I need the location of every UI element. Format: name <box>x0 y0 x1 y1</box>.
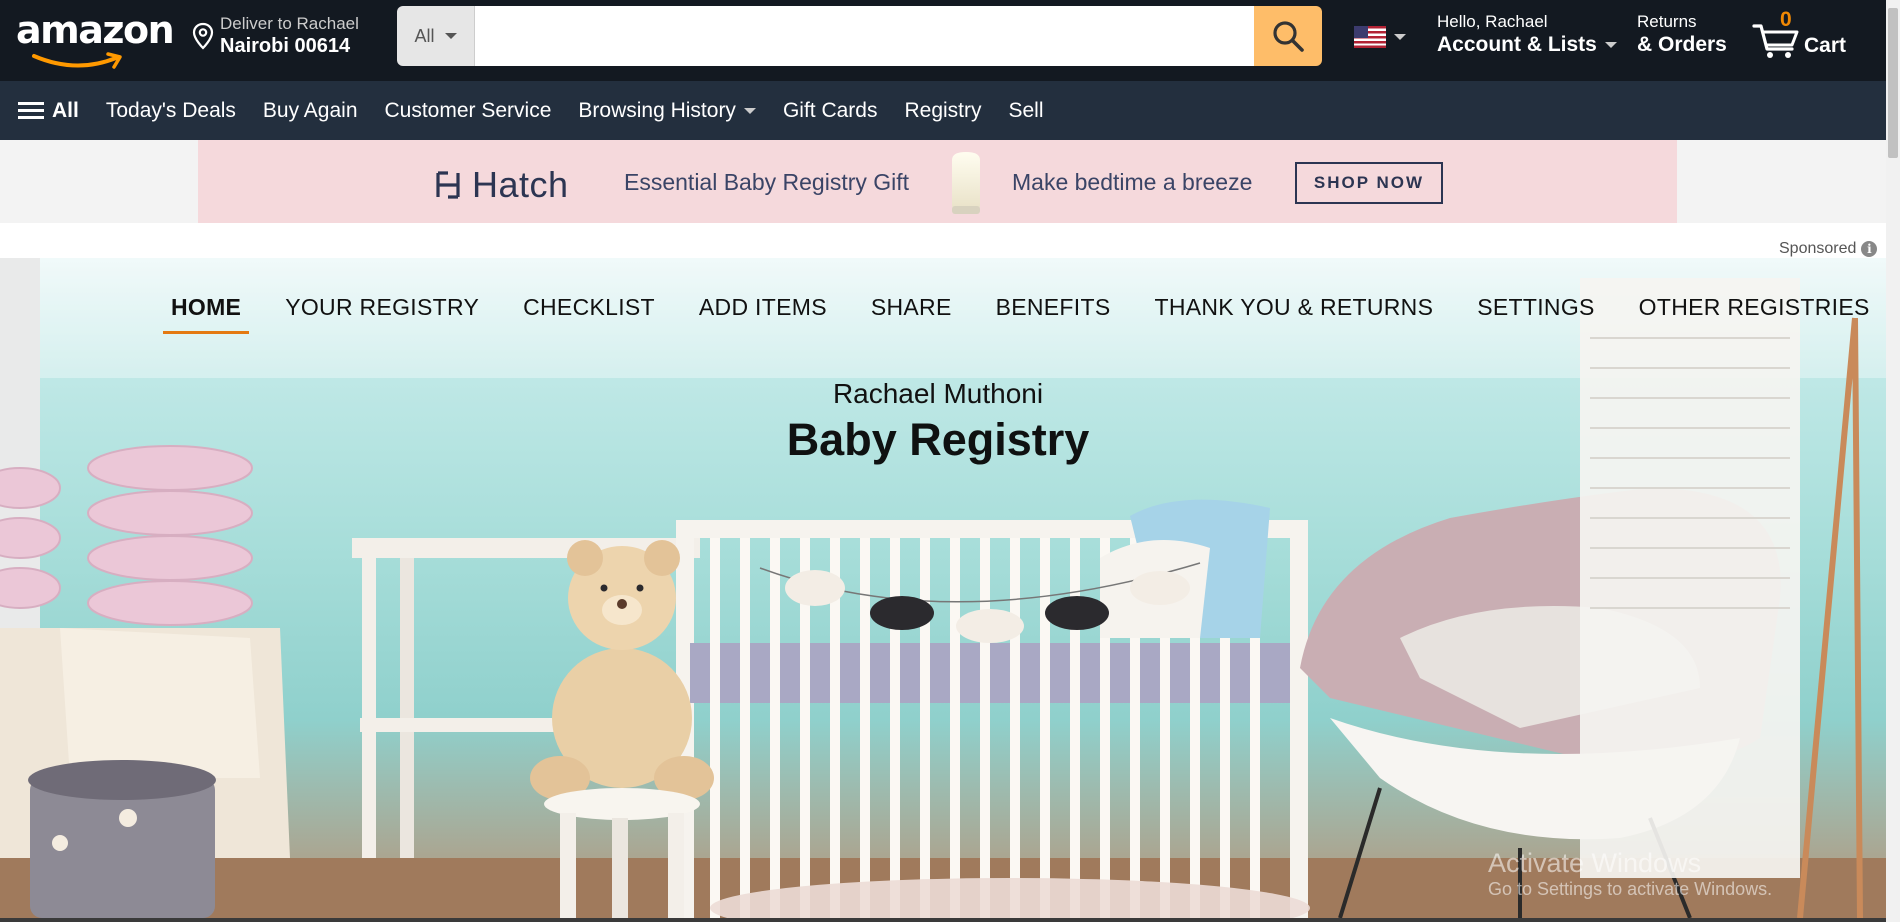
search-input[interactable] <box>475 6 1254 66</box>
night-light-product-image <box>952 152 980 214</box>
tab-your-registry[interactable]: YOUR REGISTRY <box>277 294 487 334</box>
chevron-down-icon <box>1604 42 1617 48</box>
ad-brand-name: Hatch <box>472 164 569 205</box>
account-lists-label: Account & Lists <box>1437 33 1597 56</box>
hamburger-menu-icon <box>18 98 44 123</box>
watermark-subtitle: Go to Settings to activate Windows. <box>1488 879 1773 899</box>
registry-hero: HOME YOUR REGISTRY CHECKLIST ADD ITEMS S… <box>0 258 1886 918</box>
browsing-history-label: Browsing History <box>578 98 736 122</box>
registry-owner-name: Rachael Muthoni <box>832 378 1044 409</box>
info-icon: i <box>1861 241 1878 257</box>
bottom-edge <box>0 918 1886 922</box>
search-category-dropdown[interactable]: All <box>397 6 475 66</box>
search-bar: All <box>397 6 1322 66</box>
chevron-down-icon <box>1394 34 1406 40</box>
search-icon <box>1273 21 1304 52</box>
top-navbar: amazon Deliver to Rachael Nairobi 00614 … <box>0 0 1886 81</box>
tab-thank-you-returns[interactable]: THANK YOU & RETURNS <box>1146 294 1441 334</box>
watermark-title: Activate Windows <box>1488 848 1702 878</box>
account-lists-menu[interactable]: Hello, Rachael Account & Lists <box>1437 12 1617 58</box>
tab-add-items[interactable]: ADD ITEMS <box>691 294 835 334</box>
language-selector[interactable] <box>1354 26 1406 48</box>
deliver-to-location[interactable]: Deliver to Rachael Nairobi 00614 <box>192 12 359 60</box>
sponsored-ad-banner[interactable]: Hatch Essential Baby Registry Gift Make … <box>198 140 1677 223</box>
search-category-label: All <box>414 25 435 46</box>
nav-item-buy-again[interactable]: Buy Again <box>263 99 358 123</box>
sponsored-text: Sponsored <box>1779 240 1857 257</box>
nav-item-todays-deals[interactable]: Today's Deals <box>106 99 236 123</box>
orders-label: & Orders <box>1637 33 1727 56</box>
tab-home[interactable]: HOME <box>163 294 250 334</box>
logo-wordmark: amazon <box>16 8 175 52</box>
nav-item-browsing-history[interactable]: Browsing History <box>578 99 756 123</box>
hatch-logo: Hatch <box>434 164 569 206</box>
deliver-label: Deliver to Rachael <box>220 14 359 33</box>
search-button[interactable] <box>1254 6 1322 66</box>
tab-checklist[interactable]: CHECKLIST <box>515 294 663 334</box>
registry-tabs: HOME YOUR REGISTRY CHECKLIST ADD ITEMS S… <box>163 294 1886 334</box>
page-title: Baby Registry <box>786 414 1090 465</box>
tab-share[interactable]: SHARE <box>863 294 960 334</box>
shop-now-button[interactable]: SHOP NOW <box>1295 162 1443 204</box>
cart-count-badge: 0 <box>1780 8 1792 31</box>
sponsored-label[interactable]: Sponsored i <box>1779 240 1878 258</box>
nav-item-gift-cards[interactable]: Gift Cards <box>783 99 878 123</box>
activate-windows-watermark: Activate Windows Go to Settings to activ… <box>1488 848 1772 900</box>
location-pin-icon <box>192 22 214 50</box>
tab-settings[interactable]: SETTINGS <box>1469 294 1602 334</box>
us-flag-icon <box>1354 26 1386 48</box>
deliver-location: Nairobi 00614 <box>220 35 351 57</box>
cart-label: Cart <box>1804 34 1847 57</box>
nav-item-sell[interactable]: Sell <box>1009 99 1044 123</box>
nav-item-registry[interactable]: Registry <box>904 99 981 123</box>
hatch-mark-icon <box>436 171 460 199</box>
chevron-down-icon <box>743 107 756 114</box>
nursery-background-image <box>0 258 1886 918</box>
returns-orders-link[interactable]: Returns & Orders <box>1637 12 1727 58</box>
cart-icon <box>1752 24 1799 58</box>
ad-tagline-secondary: Make bedtime a breeze <box>1012 169 1253 195</box>
amazon-logo[interactable]: amazon <box>16 8 175 69</box>
account-greeting: Hello, Rachael <box>1437 12 1548 31</box>
all-menu-button[interactable]: All <box>18 98 79 123</box>
ad-tagline-primary: Essential Baby Registry Gift <box>624 169 910 195</box>
tab-other-registries[interactable]: OTHER REGISTRIES <box>1631 294 1878 334</box>
cart-link[interactable]: 0 Cart <box>1752 8 1847 60</box>
nav-item-customer-service[interactable]: Customer Service <box>385 99 552 123</box>
logo-smile-icon <box>32 52 122 69</box>
chevron-down-icon <box>444 33 457 39</box>
tab-benefits[interactable]: BENEFITS <box>988 294 1119 334</box>
returns-label: Returns <box>1637 12 1697 31</box>
page-scrollbar[interactable] <box>1886 0 1900 922</box>
all-menu-label: All <box>52 98 79 122</box>
scrollbar-thumb[interactable] <box>1888 8 1898 158</box>
secondary-navbar: All Today's Deals Buy Again Customer Ser… <box>0 81 1886 140</box>
